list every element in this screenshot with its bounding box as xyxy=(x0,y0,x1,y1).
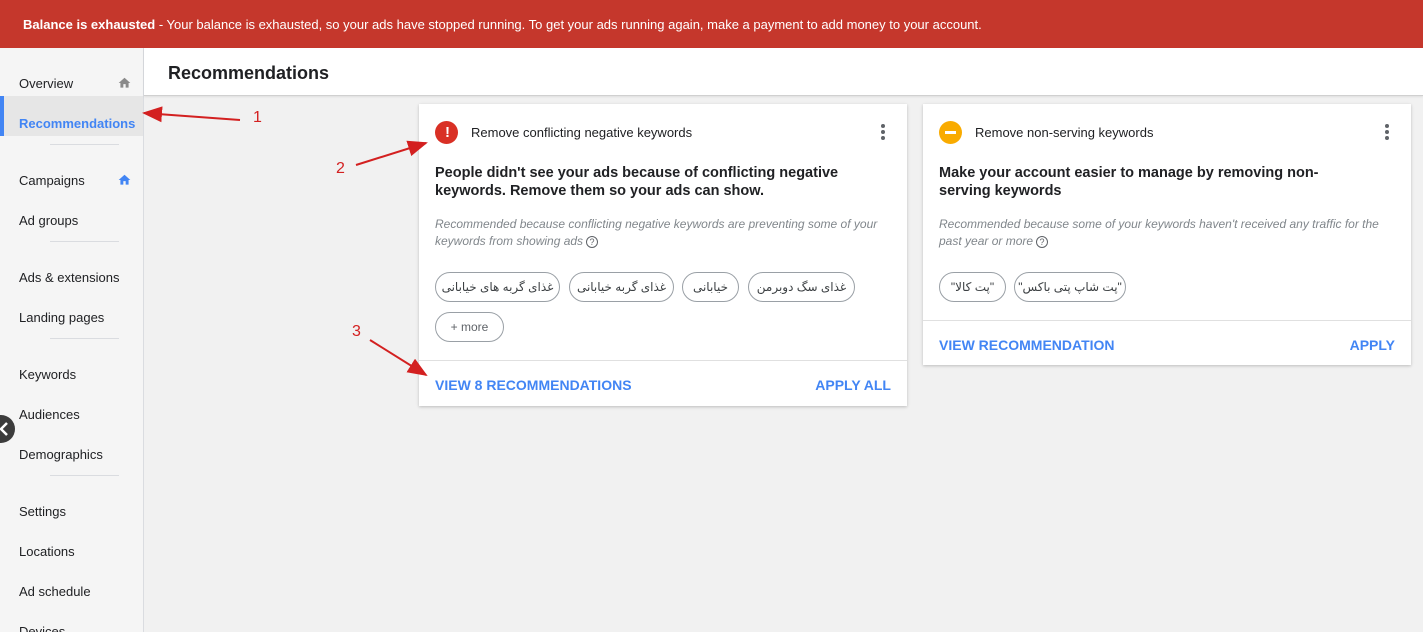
banner-title: Balance is exhausted xyxy=(23,17,156,32)
balance-exhausted-banner: Balance is exhausted - Your balance is e… xyxy=(0,0,1423,48)
home-icon xyxy=(118,174,131,185)
banner-message: - Your balance is exhausted, so your ads… xyxy=(155,17,982,32)
view-recommendations-button[interactable]: VIEW 8 RECOMMENDATIONS xyxy=(435,377,632,393)
sidebar-item-label: Campaigns xyxy=(19,173,85,188)
chevron-left-icon xyxy=(0,422,8,436)
sidebar-item-label: Recommendations xyxy=(19,116,136,131)
keyword-chip[interactable]: "پت شاپ پتی باکس" xyxy=(1014,272,1126,302)
sidebar-divider xyxy=(50,338,119,339)
sidebar-item-ads-extensions[interactable]: Ads & extensions xyxy=(0,250,143,290)
annotation-label-2: 2 xyxy=(336,160,345,177)
sidebar-divider xyxy=(50,241,119,242)
sidebar-item-label: Demographics xyxy=(19,447,103,462)
recommendation-card-non-serving-keywords: Remove non-serving keywords Make your ac… xyxy=(923,104,1411,365)
page-header: Recommendations xyxy=(144,48,1423,96)
annotation-label-3: 3 xyxy=(352,323,361,340)
page-title: Recommendations xyxy=(168,63,330,83)
sidebar-item-settings[interactable]: Settings xyxy=(0,484,143,524)
sidebar-item-label: Ads & extensions xyxy=(19,270,120,285)
more-options-icon[interactable] xyxy=(1385,124,1391,142)
error-icon: ! xyxy=(435,121,458,144)
sidebar-item-label: Landing pages xyxy=(19,310,105,325)
sidebar-nav: Overview Recommendations Campaigns Ad gr… xyxy=(0,48,144,632)
sidebar-item-audiences[interactable]: Audiences xyxy=(0,387,143,427)
annotation-label-1: 1 xyxy=(253,109,262,126)
annotation-arrow-3 xyxy=(369,339,428,377)
annotation-arrow-1 xyxy=(142,106,241,123)
sidebar-item-locations[interactable]: Locations xyxy=(0,524,143,564)
sidebar-item-label: Ad schedule xyxy=(19,584,91,599)
sidebar-item-label: Overview xyxy=(19,76,74,91)
card-headline: Make your account easier to manage by re… xyxy=(939,165,1319,199)
card-footer: VIEW 8 RECOMMENDATIONS APPLY ALL xyxy=(419,360,907,406)
apply-all-button[interactable]: APPLY ALL xyxy=(815,377,891,393)
help-icon[interactable]: ? xyxy=(586,235,599,248)
home-icon xyxy=(118,77,131,88)
sidebar-item-label: Settings xyxy=(19,504,66,519)
card-reason: Recommended because conflicting negative… xyxy=(435,217,878,248)
card-footer: VIEW RECOMMENDATION APPLY xyxy=(923,320,1411,365)
keyword-chip[interactable]: خیابانی xyxy=(682,272,739,302)
sidebar-item-ad-groups[interactable]: Ad groups xyxy=(0,193,143,233)
apply-button[interactable]: APPLY xyxy=(1350,337,1395,353)
sidebar-item-label: Keywords xyxy=(19,367,77,382)
sidebar-item-landing-pages[interactable]: Landing pages xyxy=(0,290,143,330)
keyword-chip[interactable]: "پت کالا" xyxy=(939,272,1006,302)
sidebar-item-overview[interactable]: Overview xyxy=(0,56,143,96)
sidebar-item-keywords[interactable]: Keywords xyxy=(0,347,143,387)
sidebar-item-ad-schedule[interactable]: Ad schedule xyxy=(0,564,143,604)
sidebar-item-devices[interactable]: Devices xyxy=(0,604,143,632)
card-title: Remove conflicting negative keywords xyxy=(471,125,693,140)
sidebar-item-label: Audiences xyxy=(19,407,80,422)
more-keywords-chip[interactable]: + more xyxy=(435,312,504,342)
help-icon[interactable]: ? xyxy=(1036,235,1049,248)
recommendation-card-conflicting-negatives: ! Remove conflicting negative keywords P… xyxy=(419,104,907,406)
view-recommendation-button[interactable]: VIEW RECOMMENDATION xyxy=(939,337,1115,353)
more-options-icon[interactable] xyxy=(881,124,887,142)
keyword-chip[interactable]: غذای گربه های خیابانی xyxy=(435,272,560,302)
sidebar-item-label: Locations xyxy=(19,544,75,559)
keyword-chip[interactable]: غذای گربه خیابانی xyxy=(569,272,674,302)
card-reason: Recommended because some of your keyword… xyxy=(939,217,1379,248)
sidebar-item-demographics[interactable]: Demographics xyxy=(0,427,143,467)
sidebar-item-recommendations[interactable]: Recommendations xyxy=(0,96,143,136)
sidebar-divider xyxy=(50,144,119,145)
annotation-arrow-2 xyxy=(355,140,428,166)
card-headline: People didn't see your ads because of co… xyxy=(435,165,839,199)
card-title: Remove non-serving keywords xyxy=(975,125,1154,140)
sidebar-item-label: Devices xyxy=(19,624,66,632)
warning-icon xyxy=(939,121,962,144)
sidebar-item-campaigns[interactable]: Campaigns xyxy=(0,153,143,193)
sidebar-item-label: Ad groups xyxy=(19,213,79,228)
keyword-chip[interactable]: غذای سگ دوبرمن xyxy=(748,272,855,302)
sidebar-divider xyxy=(50,475,119,476)
